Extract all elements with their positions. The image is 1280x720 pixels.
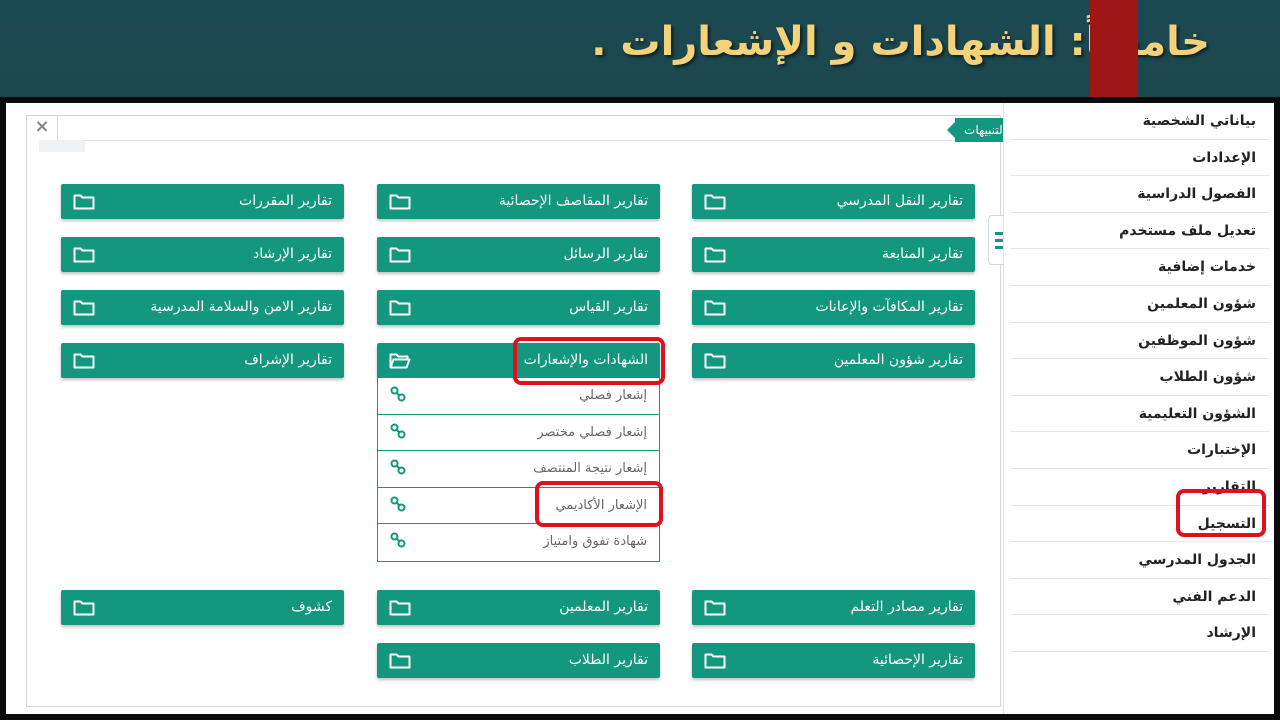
- report-label: تقارير الإشراف: [244, 352, 332, 368]
- report-students[interactable]: تقارير الطلاب: [377, 643, 660, 678]
- folder-icon: [73, 247, 95, 263]
- report-messages[interactable]: تقارير الرسائل: [377, 237, 660, 272]
- report-follow-up[interactable]: تقارير المتابعة: [692, 237, 975, 272]
- folder-icon: [73, 600, 95, 616]
- report-label: كشوف: [291, 599, 332, 615]
- sidebar-item-classes[interactable]: الفصول الدراسية: [1010, 176, 1270, 213]
- report-label: تقارير الطلاب: [568, 652, 648, 668]
- folder-icon: [73, 353, 95, 369]
- report-label: تقارير الامن والسلامة المدرسية: [150, 299, 332, 315]
- sidebar-item-guidance[interactable]: الإرشاد: [1010, 615, 1270, 652]
- sidebar-item-edit-user[interactable]: تعديل ملف مستخدم: [1010, 213, 1270, 250]
- link-icon: [390, 532, 406, 548]
- link-icon: [390, 496, 406, 512]
- report-label: تقارير الإحصائية: [872, 652, 963, 668]
- sidebar-item-support[interactable]: الدعم الفني: [1010, 579, 1270, 616]
- report-label: تقارير النقل المدرسي: [836, 193, 963, 209]
- folder-icon: [704, 247, 726, 263]
- report-school-safety[interactable]: تقارير الامن والسلامة المدرسية: [61, 290, 344, 325]
- report-label: تقارير القياس: [569, 299, 648, 315]
- sidebar-item-student-affairs[interactable]: شؤون الطلاب: [1010, 359, 1270, 396]
- report-label: تقارير الرسائل: [563, 246, 648, 262]
- submenu-label: شهادة تفوق وامتياز: [543, 534, 647, 550]
- report-teachers-affairs[interactable]: تقارير شؤون المعلمين: [692, 343, 975, 378]
- folder-icon: [704, 653, 726, 669]
- report-courses[interactable]: تقارير المقررات: [61, 184, 344, 219]
- sidebar-item-settings[interactable]: الإعدادات: [1010, 140, 1270, 177]
- report-statistics[interactable]: تقارير الإحصائية: [692, 643, 975, 678]
- link-icon: [390, 423, 406, 439]
- report-label: تقارير المكافآت والإعانات: [815, 299, 963, 315]
- report-label: تقارير المقررات: [239, 193, 332, 209]
- screenshot-frame: × التنبيهات تقارير النقل المدرسي تقارير …: [0, 97, 1280, 720]
- submenu-label: إشعار فصلي مختصر: [537, 424, 647, 440]
- folder-icon: [389, 247, 411, 263]
- sidebar-item-educational-affairs[interactable]: الشؤون التعليمية: [1010, 396, 1270, 433]
- sidebar: بياناتي الشخصية الإعدادات الفصول الدراسي…: [1003, 103, 1274, 714]
- folder-icon: [704, 194, 726, 210]
- report-guidance[interactable]: تقارير الإرشاد: [61, 237, 344, 272]
- report-teachers[interactable]: تقارير المعلمين: [377, 590, 660, 625]
- folder-icon: [389, 600, 411, 616]
- highlight-academic-notice: [535, 481, 663, 527]
- folder-icon: [73, 300, 95, 316]
- report-measurement[interactable]: تقارير القياس: [377, 290, 660, 325]
- report-label: تقارير المقاصف الإحصائية: [498, 193, 648, 209]
- highlight-reports-menu: [1176, 489, 1266, 537]
- report-label: تقارير المعلمين: [559, 599, 648, 615]
- report-label: تقارير الإرشاد: [253, 246, 332, 262]
- title-accent-band: [1090, 0, 1138, 97]
- report-label: تقارير مصادر التعلم: [850, 599, 963, 615]
- folder-icon: [389, 653, 411, 669]
- report-supervision[interactable]: تقارير الإشراف: [61, 343, 344, 378]
- report-learning-resources[interactable]: تقارير مصادر التعلم: [692, 590, 975, 625]
- sidebar-item-schedule[interactable]: الجدول المدرسي: [1010, 542, 1270, 579]
- report-rewards-aid[interactable]: تقارير المكافآت والإعانات: [692, 290, 975, 325]
- sidebar-item-exams[interactable]: الإختبارات: [1010, 432, 1270, 469]
- sidebar-item-personal-data[interactable]: بياناتي الشخصية: [1010, 103, 1270, 140]
- folder-icon: [389, 194, 411, 210]
- folder-open-icon: [389, 353, 411, 369]
- reports-panel: × التنبيهات تقارير النقل المدرسي تقارير …: [26, 115, 1015, 707]
- app-window: × التنبيهات تقارير النقل المدرسي تقارير …: [6, 103, 1274, 714]
- folder-icon: [389, 300, 411, 316]
- link-icon: [390, 459, 406, 475]
- report-school-transport[interactable]: تقارير النقل المدرسي: [692, 184, 975, 219]
- sidebar-item-staff-affairs[interactable]: شؤون الموظفين: [1010, 323, 1270, 360]
- report-label: تقارير شؤون المعلمين: [833, 352, 963, 368]
- submenu-item-term-notice-short[interactable]: إشعار فصلي مختصر: [378, 415, 659, 452]
- folder-icon: [704, 300, 726, 316]
- report-cafeteria-stats[interactable]: تقارير المقاصف الإحصائية: [377, 184, 660, 219]
- close-icon[interactable]: ×: [27, 116, 58, 140]
- highlight-certificates-button: [513, 337, 665, 385]
- panel-mini-box: [39, 140, 85, 152]
- report-label: تقارير المتابعة: [882, 246, 963, 262]
- sidebar-item-extra-services[interactable]: خدمات إضافية: [1010, 249, 1270, 286]
- folder-icon: [704, 600, 726, 616]
- sidebar-item-teachers-affairs[interactable]: شؤون المعلمين: [1010, 286, 1270, 323]
- panel-header-divider: [57, 140, 1002, 141]
- folder-icon: [73, 194, 95, 210]
- link-icon: [390, 386, 406, 402]
- report-lists[interactable]: كشوف: [61, 590, 344, 625]
- certificates-submenu: إشعار فصلي إشعار فصلي مختصر إشعار نتيجة …: [377, 378, 660, 562]
- folder-icon: [704, 353, 726, 369]
- submenu-item-excellence-certificate[interactable]: شهادة تفوق وامتياز: [378, 524, 659, 561]
